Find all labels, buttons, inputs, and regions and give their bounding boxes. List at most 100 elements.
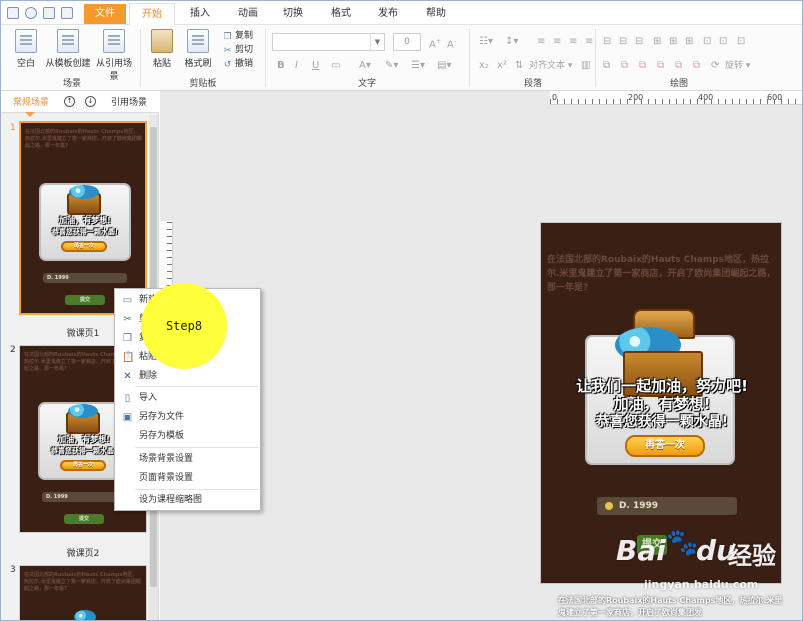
thumb-line3: 恭喜您获得一颗水晶! [51, 228, 119, 236]
distribute-icon[interactable]: ⊞ [653, 36, 661, 48]
thumb-submit: 提交 [65, 295, 105, 305]
save-icon[interactable] [7, 7, 19, 19]
rotate-icon[interactable]: ⟳ [711, 60, 719, 72]
same-width-icon[interactable]: ⊡ [703, 36, 711, 48]
app-window: 文件 开始 插入 动画 切换 格式 发布 帮助 空白 从模板创建 从引用场景 场… [0, 0, 803, 621]
paragraph-group-label: 段落 [523, 79, 542, 89]
import-icon: ▯ [124, 393, 131, 404]
chevron-down-icon[interactable]: ▼ [370, 34, 384, 50]
send-backward-icon[interactable]: ⧉ [639, 60, 646, 72]
bring-forward-icon[interactable]: ⧉ [621, 60, 628, 72]
group-icon[interactable]: ⧉ [603, 60, 610, 72]
scene-line3[interactable]: 恭喜您获得一颗水晶! [545, 411, 779, 431]
from-template-button[interactable]: 从模板创建 [45, 29, 91, 69]
baidu-watermark: Bai 🐾 du 经验 jingyan.baidu.com [616, 526, 796, 596]
menu-set-course-thumbnail[interactable]: 设为课程缩略图 [115, 491, 260, 510]
tab-insert[interactable]: 插入 [183, 3, 217, 25]
thumb-retry-button: 再答一次 [60, 460, 106, 471]
preview-icon[interactable] [61, 7, 73, 19]
copy-icon: ❐ [123, 333, 132, 344]
menu-save-as-template[interactable]: 另存为模板 [115, 427, 260, 446]
blank-scene-icon [15, 29, 37, 53]
ribbon-divider [595, 29, 596, 87]
shrink-font-icon[interactable]: A- [447, 36, 456, 51]
undo-button[interactable]: ↺ 撤销 [223, 58, 253, 70]
copy-button[interactable]: ❐ 复制 [223, 30, 253, 42]
line-spacing-icon[interactable]: ↕▾ [505, 36, 518, 48]
format-painter-button[interactable]: 格式刷 [181, 29, 215, 69]
send-back-icon[interactable]: ⧉ [675, 60, 682, 72]
tab-animation[interactable]: 动画 [231, 3, 265, 25]
tab-format[interactable]: 格式 [324, 3, 358, 25]
bring-front-icon[interactable]: ⧉ [657, 60, 664, 72]
border-icon[interactable]: ▤▾ [437, 60, 451, 72]
paste-button[interactable]: 粘贴 [145, 29, 179, 69]
tab-home[interactable]: 开始 [129, 3, 175, 26]
slide-number: 3 [10, 565, 16, 575]
scene-question[interactable]: 在法国北部的Roubaix的Hauts Champs地区，热拉尔.米里鬼建立了第… [547, 253, 777, 295]
distribute-v-icon[interactable]: ⊞ [669, 36, 677, 48]
undo-icon[interactable] [43, 7, 55, 19]
slide-caption-2: 微课页2 [66, 549, 100, 559]
cut-button[interactable]: ✂ 剪切 [223, 44, 253, 56]
menu-page-background[interactable]: 页面背景设置 [115, 469, 260, 488]
menu-import[interactable]: ▯ 导入 [115, 389, 260, 408]
blank-scene-button[interactable]: 空白 [9, 29, 43, 69]
slide-thumbnail-3[interactable]: 在法国北部的Roubaix的Hauts Champs地区，热拉尔.米里鬼建立了第… [19, 565, 147, 620]
distribute-h-icon[interactable]: ⊞ [685, 36, 693, 48]
ungroup-icon[interactable]: ⧉ [693, 60, 700, 72]
bold-icon[interactable]: B [277, 60, 285, 72]
align-left-icon[interactable]: ≡ [537, 36, 545, 48]
line-style-icon[interactable]: ☰▾ [411, 60, 425, 72]
font-family-select[interactable]: ▼ [272, 33, 385, 51]
move-down-icon[interactable]: ↓ [85, 96, 96, 107]
save-as-file-icon: ▣ [122, 412, 133, 423]
superscript-icon[interactable]: x² [497, 60, 507, 72]
tab-transition[interactable]: 切换 [276, 3, 310, 25]
ribbon-divider [140, 29, 141, 87]
font-color-icon[interactable]: ▭ [331, 60, 340, 72]
align-text-button[interactable]: 对齐文本 ▾ [529, 60, 572, 72]
italic-icon[interactable]: I [295, 60, 298, 72]
font-size-input[interactable]: 0 [393, 33, 421, 51]
watermark-brand: Bai [616, 534, 666, 567]
subscript-icon[interactable]: x₂ [479, 60, 489, 72]
slide-thumbnail-1[interactable]: 在法国北部的Roubaix的Hauts Champs地区，热拉尔.米里鬼建立了第… [19, 121, 147, 315]
bullet-list-icon[interactable]: ☷▾ [479, 36, 493, 48]
answer-option[interactable]: D. 1999 [597, 497, 737, 515]
reference-scene-icon [103, 29, 125, 53]
tab-publish[interactable]: 发布 [371, 3, 405, 25]
text-group-label: 文字 [357, 79, 376, 89]
menu-separator [135, 447, 259, 448]
tab-reference-scenes[interactable]: 引用场景 [111, 95, 147, 108]
tab-file[interactable]: 文件 [84, 4, 126, 24]
justify-icon[interactable]: ≡ [585, 36, 593, 48]
new-scene-icon: ▭ [122, 295, 133, 306]
same-height-icon[interactable]: ⊡ [719, 36, 727, 48]
shape-align-icon[interactable]: ⊟ [603, 36, 611, 48]
shape-align-center-icon[interactable]: ⊟ [619, 36, 627, 48]
tab-normal-scenes[interactable]: 常规场景 [13, 95, 49, 108]
from-reference-button[interactable]: 从引用场景 [92, 29, 136, 82]
text-color-icon[interactable]: A▾ [359, 60, 371, 72]
grow-font-icon[interactable]: A+ [429, 36, 441, 51]
align-right-icon[interactable]: ≡ [569, 36, 577, 48]
columns-icon[interactable]: ▥ [581, 60, 590, 72]
align-center-icon[interactable]: ≡ [553, 36, 561, 48]
scene-group-label: 场景 [62, 79, 81, 89]
tab-help[interactable]: 帮助 [419, 3, 453, 25]
underline-icon[interactable]: U [312, 60, 319, 72]
ribbon-divider [265, 29, 266, 87]
open-icon[interactable] [25, 7, 37, 19]
rotate-button[interactable]: 旋转 ▾ [725, 60, 750, 72]
retry-button[interactable]: 再答一次 [625, 435, 705, 457]
ruler-marks [550, 99, 802, 104]
same-size-icon[interactable]: ⊡ [737, 36, 745, 48]
text-direction-icon[interactable]: ⇅ [515, 60, 523, 72]
highlight-icon[interactable]: ✎▾ [385, 60, 398, 72]
menu-scene-background[interactable]: 场景背景设置 [115, 450, 260, 469]
shape-align-right-icon[interactable]: ⊟ [635, 36, 643, 48]
menu-save-as-file[interactable]: ▣ 另存为文件 [115, 408, 260, 427]
move-up-icon[interactable]: ↑ [64, 96, 75, 107]
menu-delete[interactable]: ✕ 删除 [115, 367, 260, 386]
